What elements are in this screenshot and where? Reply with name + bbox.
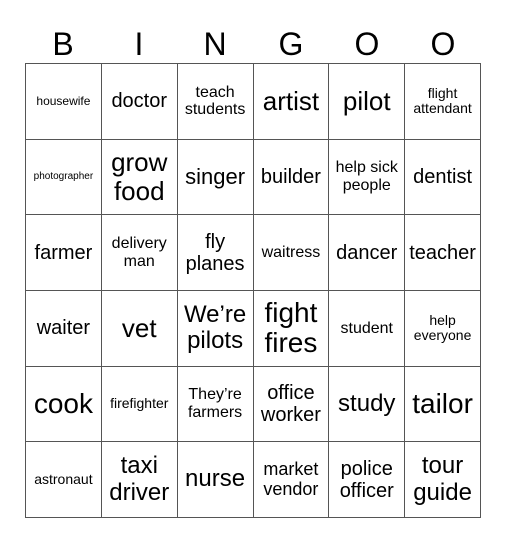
bingo-cell[interactable]: fight fires	[253, 290, 330, 367]
bingo-cell-text: taxi driver	[109, 452, 170, 506]
bingo-cell[interactable]: doctor	[101, 64, 178, 140]
bingo-cell-text: delivery man	[111, 235, 167, 270]
bingo-cell[interactable]: office worker	[253, 366, 330, 443]
bingo-cell-text: grow food	[111, 147, 168, 206]
bingo-cell-text: police officer	[339, 457, 394, 502]
bingo-cell[interactable]: firefighter	[101, 366, 178, 443]
bingo-cell[interactable]: astronaut	[26, 442, 102, 518]
bingo-cell[interactable]: pilot	[329, 64, 406, 140]
bingo-cell-text: flight attendant	[413, 84, 472, 117]
bingo-cell-text: fight fires	[264, 296, 318, 359]
bingo-cell[interactable]: farmer	[26, 215, 102, 291]
bingo-cell-text: They’re farmers	[187, 386, 243, 421]
bingo-cell-text: tour guide	[413, 452, 472, 506]
bingo-cell-text: office worker	[260, 381, 321, 426]
header-letter: B	[52, 26, 74, 62]
bingo-cell[interactable]: market vendor	[253, 442, 330, 518]
bingo-cell-text: astronaut	[34, 470, 93, 487]
bingo-cell[interactable]: grow food	[101, 139, 178, 216]
header-letter: O	[430, 26, 456, 62]
bingo-cell[interactable]: teacher	[405, 215, 481, 291]
bingo-cell[interactable]: help sick people	[329, 139, 406, 216]
bingo-cell[interactable]: nurse	[177, 442, 254, 518]
bingo-cell-text: waiter	[36, 317, 91, 340]
header-letter: I	[134, 26, 144, 62]
bingo-cell-text: waitress	[261, 243, 321, 261]
bingo-cell-text: dentist	[413, 165, 473, 188]
bingo-cell[interactable]: tour guide	[405, 442, 481, 518]
bingo-cell-text: cook	[33, 387, 93, 419]
bingo-cell-text: teacher	[409, 241, 476, 264]
bingo-cell[interactable]: vet	[101, 290, 178, 367]
bingo-cell-text: market vendor	[263, 458, 319, 499]
bingo-cell-text: dancer	[336, 241, 398, 264]
bingo-cell-text: vet	[121, 313, 157, 344]
bingo-cell-text: firefighter	[110, 395, 169, 412]
bingo-cell-text: pilot	[342, 86, 391, 117]
bingo-cell[interactable]: police officer	[329, 442, 406, 518]
header-letter: O	[354, 26, 380, 62]
bingo-cell[interactable]: taxi driver	[101, 442, 178, 518]
bingo-cell-text: teach students	[184, 83, 246, 119]
bingo-cell[interactable]: delivery man	[101, 215, 178, 291]
header-letter: G	[278, 26, 304, 62]
bingo-cell-text: help everyone	[413, 311, 472, 344]
bingo-header: B I N G O O	[25, 24, 481, 64]
bingo-cell[interactable]: builder	[253, 139, 330, 216]
bingo-cell[interactable]: We’re pilots	[177, 290, 254, 367]
bingo-cell[interactable]: flight attendant	[405, 64, 481, 140]
bingo-cell-text: study	[338, 389, 396, 417]
bingo-cell-text: tailor	[412, 387, 473, 419]
bingo-cell[interactable]: tailor	[405, 366, 481, 443]
bingo-cell[interactable]: waitress	[253, 215, 330, 291]
bingo-cell-text: student	[340, 319, 393, 337]
bingo-cell-text: nurse	[185, 465, 246, 493]
bingo-cell-text: help sick people	[335, 159, 398, 194]
bingo-cell[interactable]: dentist	[405, 139, 481, 216]
bingo-cell[interactable]: student	[329, 290, 406, 367]
bingo-cell[interactable]: photographer	[26, 139, 102, 216]
bingo-cell[interactable]: dancer	[329, 215, 406, 291]
bingo-cell-text: artist	[262, 86, 320, 117]
bingo-card-grid: housewife doctor teach students artist pilot…	[25, 63, 481, 518]
bingo-cell-text: doctor	[111, 90, 168, 113]
bingo-cell[interactable]: study	[329, 366, 406, 443]
bingo-cell[interactable]: waiter	[26, 290, 102, 367]
bingo-cell[interactable]: teach students	[177, 64, 254, 140]
bingo-cell-text: farmer	[34, 241, 93, 264]
bingo-cell-text: fly planes	[185, 230, 245, 275]
header-letter: N	[203, 26, 227, 62]
bingo-cell-text: singer	[185, 163, 246, 189]
bingo-cell-text: builder	[260, 165, 321, 188]
bingo-cell-text: photographer	[33, 171, 94, 183]
bingo-cell[interactable]: artist	[253, 64, 330, 140]
bingo-cell[interactable]: fly planes	[177, 215, 254, 291]
bingo-cell-text: housewife	[36, 93, 91, 108]
bingo-cell[interactable]: help everyone	[405, 290, 481, 367]
bingo-cell[interactable]: housewife	[26, 64, 102, 140]
bingo-cell[interactable]: singer	[177, 139, 254, 216]
bingo-cell-text: We’re pilots	[183, 300, 247, 355]
bingo-cell[interactable]: They’re farmers	[177, 366, 254, 443]
bingo-cell[interactable]: cook	[26, 366, 102, 443]
